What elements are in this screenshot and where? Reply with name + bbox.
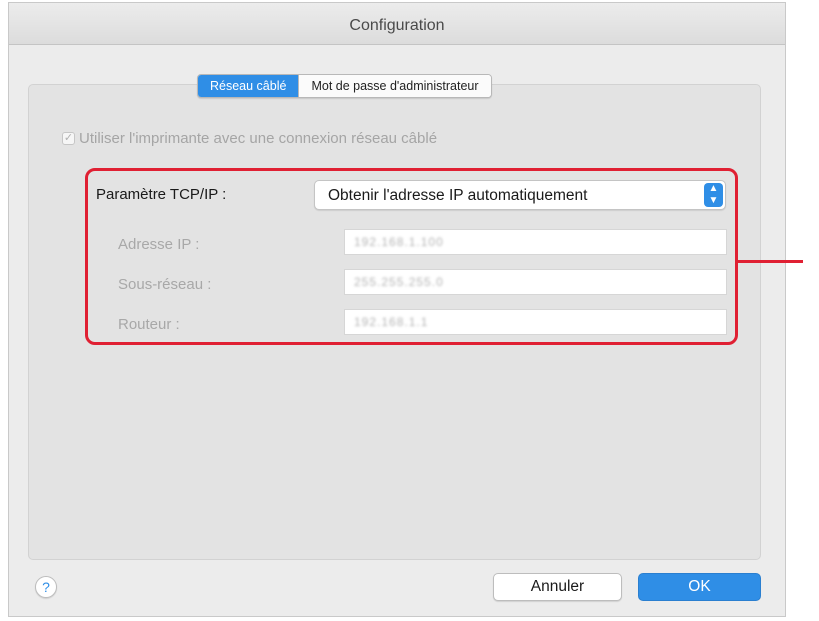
tab-bar: Réseau câblé Mot de passe d'administrate… (197, 74, 492, 98)
callout-line (738, 260, 803, 263)
router-field[interactable]: 192.168.1.1 (344, 309, 727, 335)
help-button[interactable]: ? (35, 576, 57, 598)
router-label: Routeur : (118, 316, 180, 333)
wired-connection-option: ✓ Utiliser l'imprimante avec une connexi… (62, 130, 437, 147)
subnet-value: 255.255.255.0 (354, 275, 444, 289)
wired-connection-checkbox[interactable]: ✓ (62, 132, 75, 145)
wired-connection-label: Utiliser l'imprimante avec une connexion… (79, 130, 438, 147)
tcp-ip-setting-select[interactable]: Obtenir l'adresse IP automatiquement ▲ ▼ (314, 180, 726, 210)
checkmark-icon: ✓ (63, 132, 74, 144)
tab-wired-network[interactable]: Réseau câblé (198, 75, 299, 97)
help-icon: ? (42, 579, 50, 595)
cancel-button[interactable]: Annuler (493, 573, 622, 601)
subnet-label: Sous-réseau : (118, 276, 212, 293)
window-title: Configuration (349, 17, 445, 34)
ip-address-value: 192.168.1.100 (354, 235, 444, 249)
ip-address-label: Adresse IP : (118, 236, 200, 253)
tcp-ip-setting-label: Paramètre TCP/IP : (96, 186, 227, 203)
ok-button[interactable]: OK (638, 573, 761, 601)
subnet-field[interactable]: 255.255.255.0 (344, 269, 727, 295)
title-bar[interactable]: Configuration (9, 3, 785, 45)
ip-address-field[interactable]: 192.168.1.100 (344, 229, 727, 255)
tcp-ip-selected-value: Obtenir l'adresse IP automatiquement (328, 187, 588, 204)
router-value: 192.168.1.1 (354, 315, 429, 329)
up-down-chevron-icon: ▲ ▼ (704, 183, 723, 207)
tab-admin-password[interactable]: Mot de passe d'administrateur (298, 75, 491, 97)
